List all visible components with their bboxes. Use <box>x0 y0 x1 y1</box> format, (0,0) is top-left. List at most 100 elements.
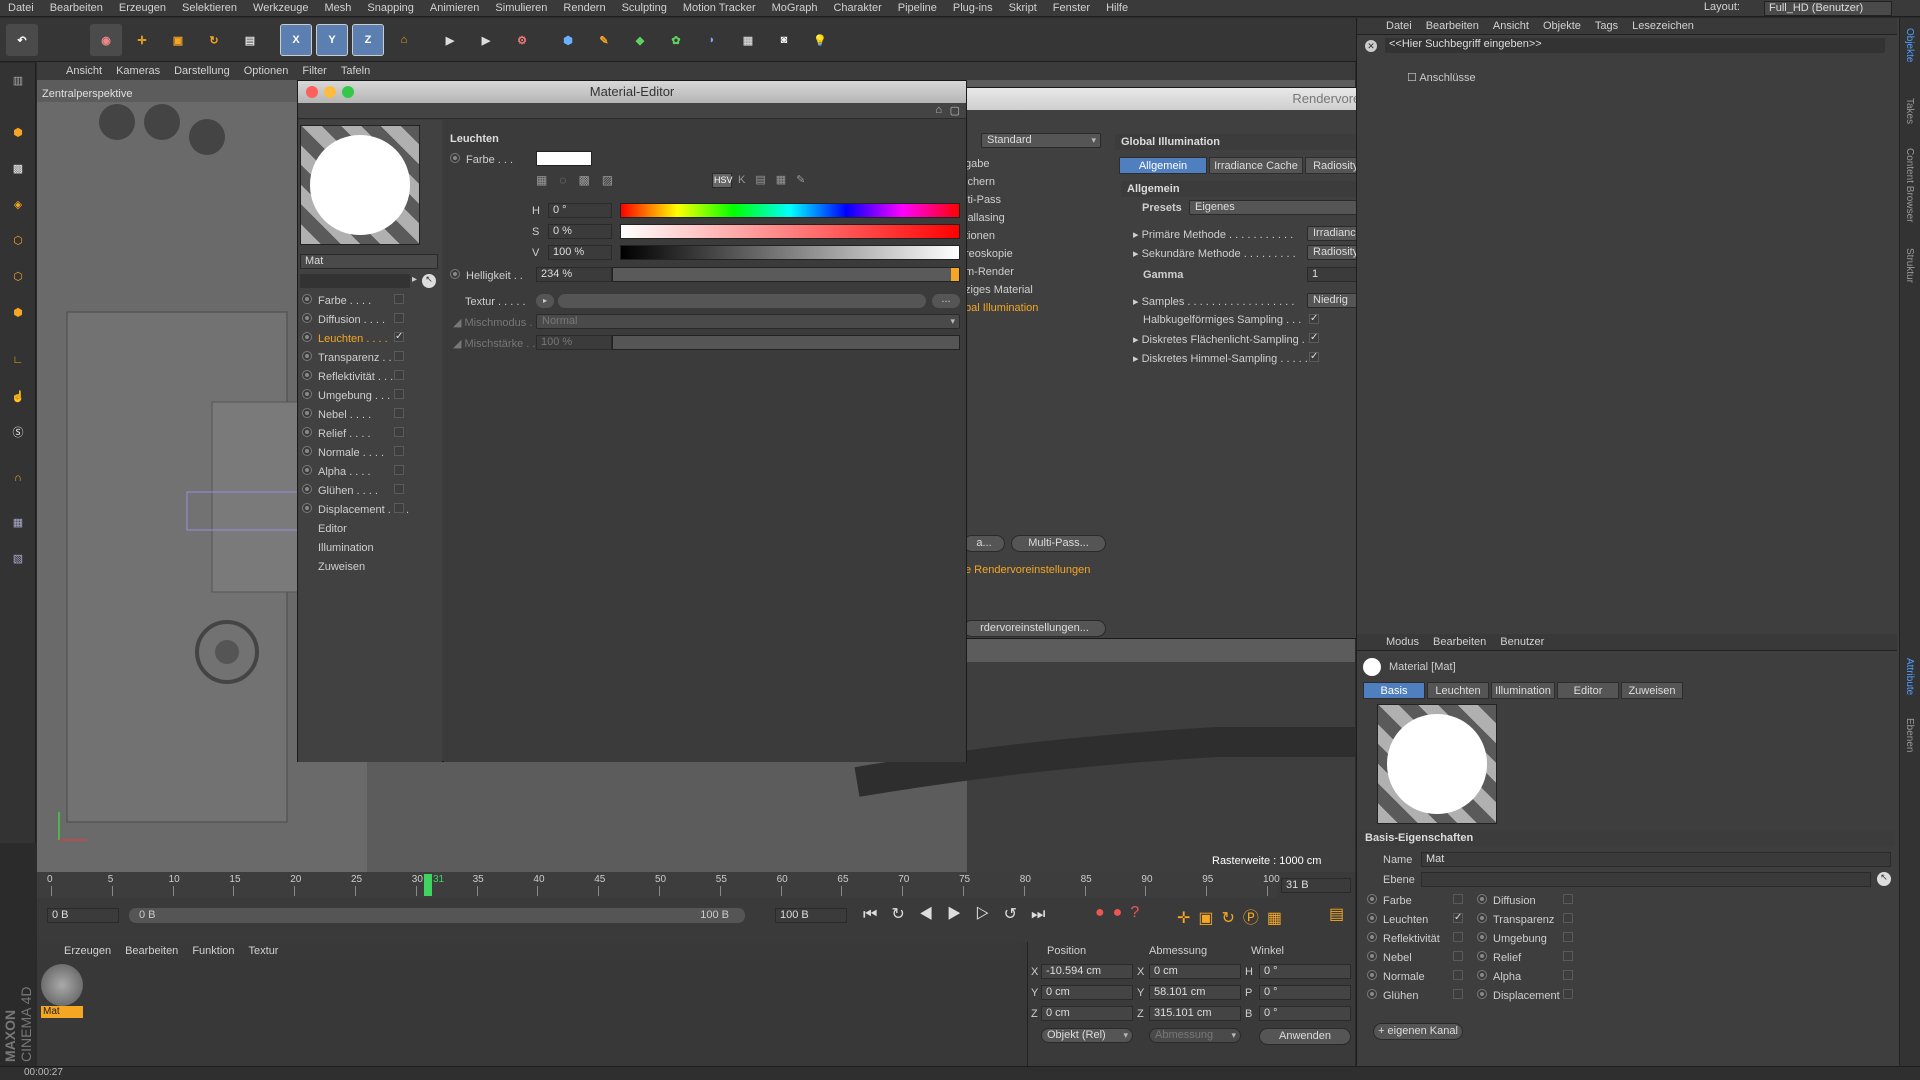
sky-sampling-checkbox[interactable]: ✓ <box>1309 352 1319 362</box>
attribute-tab[interactable]: Leuchten <box>1427 682 1489 699</box>
attribute-tab[interactable]: Illumination <box>1491 682 1555 699</box>
render-setting-item[interactable]: gabe <box>965 158 989 170</box>
model-mode-icon[interactable]: ⬢ <box>3 117 33 147</box>
timeline-menu-icon[interactable]: ▤ <box>1329 904 1344 924</box>
h-field[interactable]: 0 ° <box>548 203 612 218</box>
close-icon[interactable] <box>306 86 318 98</box>
menu-item[interactable]: Plug-ins <box>945 2 1001 14</box>
coord-angle-field[interactable]: 0 ° <box>1259 1006 1351 1021</box>
material-preview[interactable] <box>300 125 420 245</box>
menu-item[interactable]: Hilfe <box>1098 2 1136 14</box>
attribute-channel-radio[interactable] <box>1477 970 1487 980</box>
channel-radio[interactable] <box>302 332 312 342</box>
menu-item[interactable]: Werkzeuge <box>245 2 316 14</box>
channel-checkbox[interactable] <box>394 503 404 513</box>
attribute-channel-checkbox[interactable] <box>1563 951 1573 961</box>
menu-item[interactable]: Bearbeiten <box>42 2 111 14</box>
attribute-channel-radio[interactable] <box>1367 989 1377 999</box>
attribute-channel-checkbox[interactable] <box>1453 894 1463 904</box>
end-frame-field[interactable]: 100 B <box>775 908 847 923</box>
channel-checkbox[interactable] <box>394 427 404 437</box>
mischstaerke-slider[interactable] <box>612 335 960 350</box>
menu-item[interactable]: Snapping <box>359 2 422 14</box>
object-menu-item[interactable]: Ansicht <box>1486 20 1536 32</box>
attribute-channel-checkbox[interactable] <box>1453 970 1463 980</box>
material-thumbnail-label[interactable]: Mat <box>41 1006 83 1018</box>
channel-radio[interactable] <box>302 484 312 494</box>
render-setting-item[interactable]: m-Render <box>965 266 1014 278</box>
saturation-slider[interactable] <box>620 224 960 239</box>
material-thumbnail[interactable] <box>41 964 83 1006</box>
attribute-channel-radio[interactable] <box>1367 970 1377 980</box>
grid-icon[interactable]: ▦ <box>3 507 33 537</box>
channel-11[interactable]: Displacement . . . . <box>302 503 412 516</box>
channel-radio[interactable] <box>302 427 312 437</box>
coord-size-field[interactable]: 315.101 cm <box>1149 1006 1241 1021</box>
channel-4[interactable]: Reflektivität . . . . <box>302 370 412 383</box>
render-settings-icon[interactable]: ⚙ <box>506 24 538 56</box>
workplane-icon[interactable]: ◈ <box>3 189 33 219</box>
channel-radio[interactable] <box>302 313 312 323</box>
channel-radio[interactable] <box>302 503 312 513</box>
y-axis-icon[interactable]: Y <box>316 24 348 56</box>
channel-checkbox[interactable] <box>394 294 404 304</box>
render-settings-link[interactable]: e Rendervoreinstellungen <box>965 564 1090 576</box>
menu-item[interactable]: Fenster <box>1045 2 1098 14</box>
attribute-name-field[interactable]: Mat <box>1421 852 1891 867</box>
effect-button[interactable]: a... <box>963 535 1005 552</box>
menu-item[interactable]: MoGraph <box>764 2 826 14</box>
mischstaerke-field[interactable]: 100 % <box>536 335 612 350</box>
search-input[interactable]: <<Hier Suchbegriff eingeben>> <box>1385 38 1885 53</box>
render-setting-item[interactable]: lti-Pass <box>965 194 1001 206</box>
multipass-button[interactable]: Multi-Pass... <box>1011 535 1106 552</box>
apply-button[interactable]: Anwenden <box>1259 1028 1351 1045</box>
object-menu-item[interactable]: Lesezeichen <box>1625 20 1701 32</box>
scale-icon[interactable]: ▣ <box>162 24 194 56</box>
side-tab[interactable]: Content Browser <box>1904 148 1915 222</box>
cloner-icon[interactable]: ✿ <box>660 24 692 56</box>
menu-item[interactable]: Motion Tracker <box>675 2 764 14</box>
tweak-mode-icon[interactable]: ☝ <box>3 381 33 411</box>
side-tab[interactable]: Takes <box>1904 98 1915 124</box>
coord-position-field[interactable]: -10.594 cm <box>1041 964 1133 979</box>
move-icon[interactable]: ✛ <box>126 24 158 56</box>
hsv-button[interactable]: HSV <box>712 173 733 188</box>
x-axis-icon[interactable]: X <box>280 24 312 56</box>
channel-3[interactable]: Transparenz . . . . <box>302 351 412 364</box>
attribute-channel-checkbox[interactable] <box>1563 932 1573 942</box>
zoom-icon[interactable] <box>342 86 354 98</box>
menu-item[interactable]: Erzeugen <box>111 2 174 14</box>
magnet-icon[interactable]: ∩ <box>3 463 33 493</box>
channel-6[interactable]: Nebel . . . . <box>302 408 412 421</box>
side-tab[interactable]: Attribute <box>1904 658 1915 695</box>
hemisphere-sampling-checkbox[interactable]: ✓ <box>1309 314 1319 324</box>
material-menu-item[interactable]: Erzeugen <box>57 945 118 957</box>
channel-checkbox[interactable] <box>394 484 404 494</box>
attribute-channel[interactable]: Normale <box>1367 970 1471 983</box>
attribute-channel-checkbox[interactable] <box>1563 989 1573 999</box>
attribute-menu-item[interactable]: Modus <box>1379 636 1426 648</box>
attribute-channel[interactable]: Leuchten ✓ <box>1367 913 1471 926</box>
texture-arrow-icon[interactable]: ▸ <box>536 294 554 308</box>
texture-slot[interactable] <box>558 294 926 308</box>
attribute-menu-item[interactable]: Bearbeiten <box>1426 636 1493 648</box>
coord-position-field[interactable]: 0 cm <box>1041 985 1133 1000</box>
side-tab[interactable]: Struktur <box>1904 248 1915 283</box>
viewport-menu-item[interactable]: Darstellung <box>167 65 237 77</box>
add-channel-button[interactable]: + eigenen Kanal <box>1373 1023 1463 1040</box>
attribute-channel[interactable]: Diffusion <box>1477 894 1581 907</box>
viewport-menu-item[interactable]: Filter <box>295 65 333 77</box>
render-picture-viewer-icon[interactable]: ▶ <box>470 24 502 56</box>
polygons-mode-icon[interactable]: ⬢ <box>3 297 33 327</box>
texture-mode-icon[interactable]: ▩ <box>3 153 33 183</box>
range-slider[interactable]: 0 B 100 B <box>129 908 745 923</box>
playback-controls[interactable]: ⏮↻◀▶▷↺⏭ <box>863 904 1059 924</box>
attribute-material-preview[interactable] <box>1377 704 1497 824</box>
pick-icon[interactable]: ↖ <box>422 274 436 288</box>
channel-checkbox[interactable] <box>394 370 404 380</box>
recent-tools-icon[interactable]: ▤ <box>234 24 266 56</box>
attribute-channel-radio[interactable] <box>1367 951 1377 961</box>
attribute-tab[interactable]: Zuweisen <box>1621 682 1683 699</box>
coord-size-field[interactable]: 0 cm <box>1149 964 1241 979</box>
channel-checkbox[interactable] <box>394 465 404 475</box>
